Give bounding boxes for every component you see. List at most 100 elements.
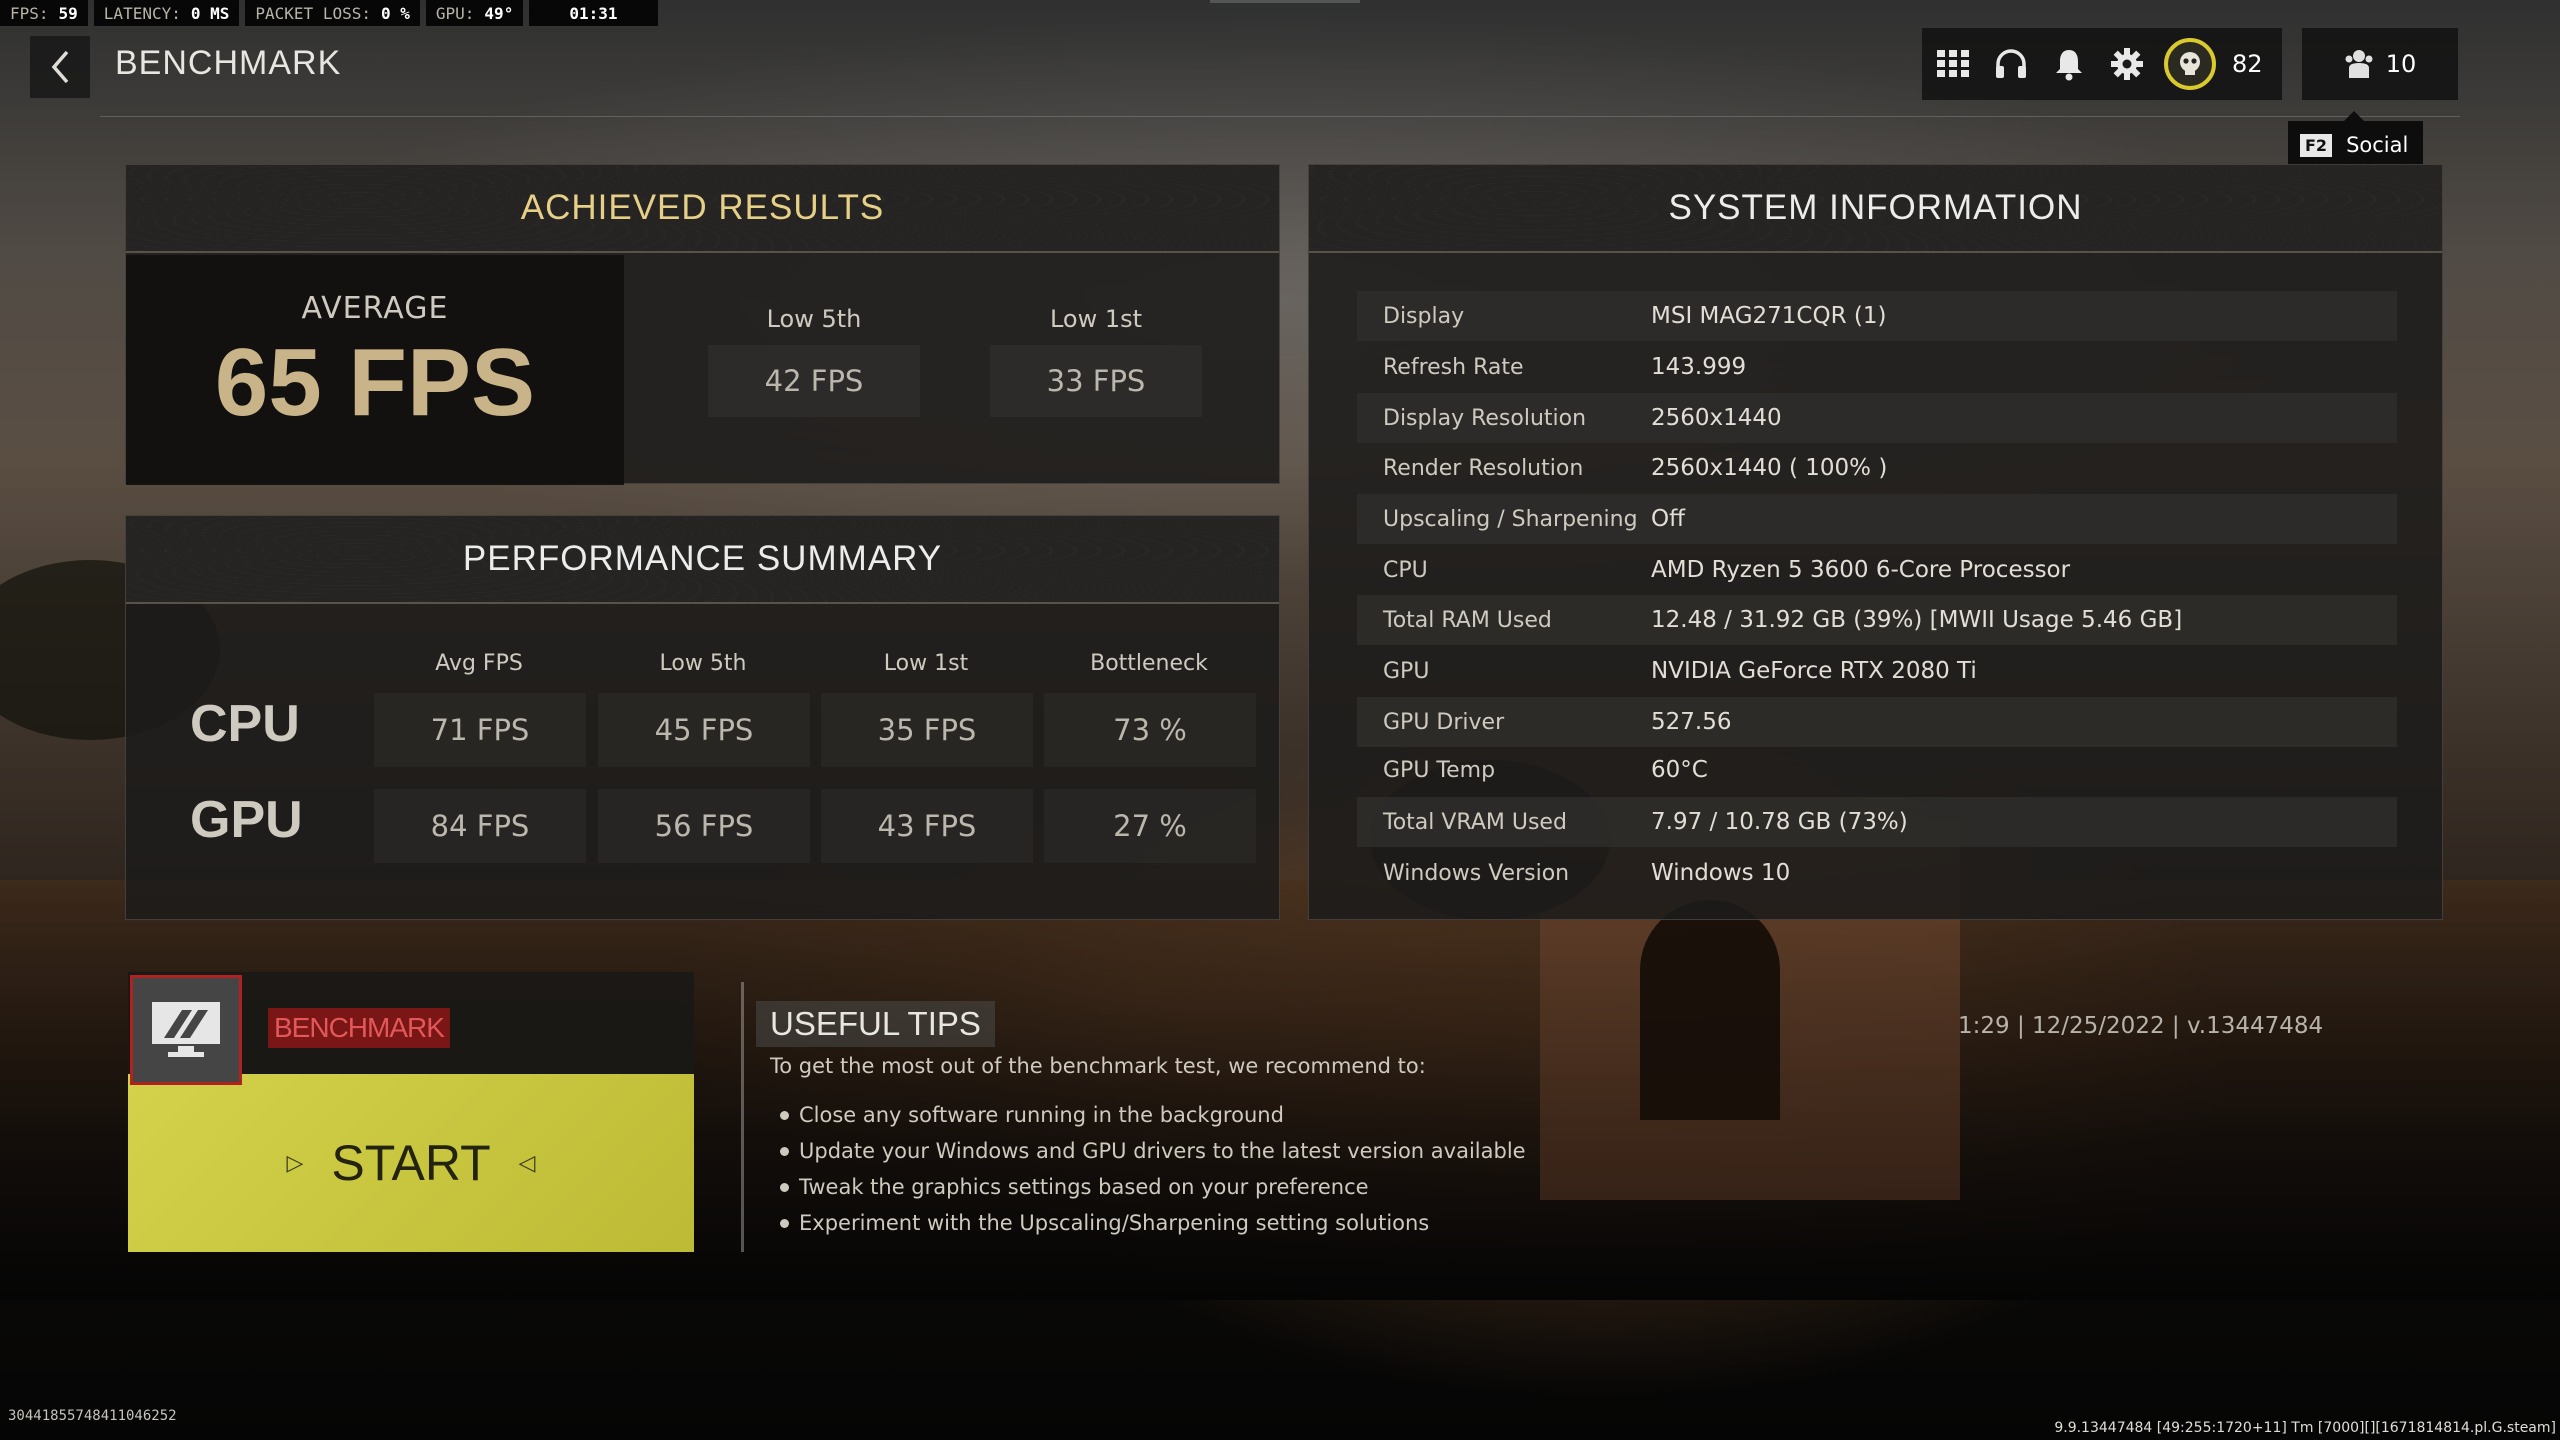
background-arch xyxy=(1640,900,1780,1120)
hud-fps: FPS: 59 xyxy=(0,0,88,26)
top-notch xyxy=(1210,0,1360,3)
column-header: Low 5th xyxy=(659,651,747,676)
sys-value: Off xyxy=(1651,506,1685,532)
hud-packet-value: 0 % xyxy=(380,3,410,23)
social-count: 10 xyxy=(2385,50,2417,78)
gpu-row-label: GPU xyxy=(190,791,303,849)
performance-summary-header: PERFORMANCE SUMMARY xyxy=(126,516,1279,604)
sys-row-gpu: GPU NVIDIA GeForce RTX 2080 Ti xyxy=(1357,646,2397,696)
headset-icon[interactable] xyxy=(1990,43,2032,85)
sys-row-vram: Total VRAM Used 7.97 / 10.78 GB (73%) xyxy=(1357,797,2397,847)
friends-icon xyxy=(2345,50,2373,78)
player-avatar[interactable] xyxy=(2164,38,2216,90)
hud-clock-value: 01:31 xyxy=(569,3,618,23)
sys-key: Total RAM Used xyxy=(1383,607,1552,633)
player-level: 82 xyxy=(2232,50,2263,78)
triangle-right-icon: ▷ xyxy=(286,1150,304,1176)
column-header: Bottleneck xyxy=(1090,651,1208,676)
bullet-icon xyxy=(780,1218,789,1228)
benchmark-tag: BENCHMARK xyxy=(268,1008,450,1048)
cpu-avg-fps: 71 FPS xyxy=(374,693,586,767)
cpu-row-label: CPU xyxy=(190,695,300,753)
system-information-panel: SYSTEM INFORMATION Display MSI MAG271CQR… xyxy=(1308,164,2443,920)
sys-value: MSI MAG271CQR (1) xyxy=(1651,303,1887,329)
social-button[interactable]: 10 xyxy=(2302,28,2458,100)
low1-column: Low 1st 33 FPS xyxy=(990,305,1202,417)
benchmark-card: ▷ START ◁ BENCHMARK xyxy=(128,972,694,1252)
low5-value: 42 FPS xyxy=(708,345,920,417)
skull-emblem-icon xyxy=(2180,52,2200,75)
gpu-avg-fps: 84 FPS xyxy=(374,789,586,863)
average-value: 65 FPS xyxy=(214,329,536,436)
gear-icon[interactable] xyxy=(2106,43,2148,85)
hud-latency-value: 0 MS xyxy=(190,3,230,23)
sys-row-gpu-temp: GPU Temp 60°C xyxy=(1357,745,2397,795)
sys-value: NVIDIA GeForce RTX 2080 Ti xyxy=(1651,658,1977,684)
sys-value: AMD Ryzen 5 3600 6-Core Processor xyxy=(1651,557,2071,583)
bullet-icon xyxy=(780,1110,789,1120)
cpu-bottleneck: 73 % xyxy=(1044,693,1256,767)
hud-fps-value: 59 xyxy=(58,3,78,23)
low5-column: Low 5th 42 FPS xyxy=(708,305,920,417)
social-key-hint: F2 xyxy=(2300,133,2333,157)
system-information-header: SYSTEM INFORMATION xyxy=(1309,165,2442,253)
hud-gpu: GPU: 49° xyxy=(425,0,524,26)
start-label: START xyxy=(331,1135,491,1191)
sys-key: GPU xyxy=(1383,658,1430,684)
hud-gpu-label: GPU: xyxy=(435,3,475,23)
tip-text: Close any software running in the backgr… xyxy=(799,1103,1284,1127)
sys-key: Render Resolution xyxy=(1383,455,1584,481)
low1-label: Low 1st xyxy=(1049,305,1143,333)
average-fps-box: AVERAGE 65 FPS xyxy=(126,255,624,485)
sys-value: 12.48 / 31.92 GB (39%) [MWII Usage 5.46 … xyxy=(1651,607,2183,633)
sys-row-cpu: CPU AMD Ryzen 5 3600 6-Core Processor xyxy=(1357,545,2397,595)
gpu-low5: 56 FPS xyxy=(598,789,810,863)
bell-icon[interactable] xyxy=(2048,43,2090,85)
sys-value: Windows 10 xyxy=(1651,860,1791,886)
sys-value: 143.999 xyxy=(1651,354,1747,380)
sys-key: Display Resolution xyxy=(1383,405,1587,431)
tip-text: Tweak the graphics settings based on you… xyxy=(799,1175,1369,1199)
footer-id: 30441855748411046252 xyxy=(8,1408,177,1424)
hud-packet-label: PACKET LOSS: xyxy=(255,3,371,23)
sys-key: Total VRAM Used xyxy=(1383,809,1567,835)
page-title: BENCHMARK xyxy=(115,44,342,82)
sys-key: GPU Temp xyxy=(1383,757,1496,783)
low1-value: 33 FPS xyxy=(990,345,1202,417)
performance-hud: FPS: 59 LATENCY: 0 MS PACKET LOSS: 0 % G… xyxy=(0,0,658,26)
tip-item: Close any software running in the backgr… xyxy=(780,1103,1284,1127)
tip-item: Update your Windows and GPU drivers to t… xyxy=(780,1139,1526,1163)
back-button[interactable] xyxy=(30,36,90,98)
hud-packet-loss: PACKET LOSS: 0 % xyxy=(245,0,420,26)
social-tooltip-label: Social xyxy=(2346,133,2409,157)
sys-row-display: Display MSI MAG271CQR (1) xyxy=(1357,291,2397,341)
sys-key: Refresh Rate xyxy=(1383,354,1524,380)
header-divider xyxy=(100,116,2460,117)
sys-key: CPU xyxy=(1383,557,1428,583)
sys-value: 7.97 / 10.78 GB (73%) xyxy=(1651,809,1908,835)
sys-row-display-resolution: Display Resolution 2560x1440 xyxy=(1357,393,2397,443)
achieved-results-header: ACHIEVED RESULTS xyxy=(126,165,1279,253)
sys-key: Upscaling / Sharpening xyxy=(1383,506,1638,532)
low5-label: Low 5th xyxy=(766,305,862,333)
benchmark-monitor-icon xyxy=(130,975,242,1085)
tip-item: Experiment with the Upscaling/Sharpening… xyxy=(780,1211,1429,1235)
hud-gpu-value: 49° xyxy=(484,3,514,23)
tip-item: Tweak the graphics settings based on you… xyxy=(780,1175,1369,1199)
menu-grid-icon[interactable] xyxy=(1932,43,1974,85)
hud-latency-label: LATENCY: xyxy=(103,3,181,23)
achieved-results-panel: ACHIEVED RESULTS AVERAGE 65 FPS Low 5th … xyxy=(125,164,1280,485)
average-label: AVERAGE xyxy=(301,291,449,326)
top-nav-icons: 82 xyxy=(1922,28,2282,100)
hud-clock: 01:31 xyxy=(529,0,658,26)
triangle-left-icon: ◁ xyxy=(518,1150,536,1176)
bullet-icon xyxy=(780,1182,789,1192)
sys-key: Display xyxy=(1383,303,1465,329)
tip-text: Update your Windows and GPU drivers to t… xyxy=(799,1139,1526,1163)
sys-row-upscaling: Upscaling / Sharpening Off xyxy=(1357,494,2397,544)
sys-key: GPU Driver xyxy=(1383,709,1505,735)
start-button[interactable]: ▷ START ◁ xyxy=(128,1074,694,1252)
cpu-low1: 35 FPS xyxy=(821,693,1033,767)
cpu-low5: 45 FPS xyxy=(598,693,810,767)
tip-text: Experiment with the Upscaling/Sharpening… xyxy=(799,1211,1430,1235)
